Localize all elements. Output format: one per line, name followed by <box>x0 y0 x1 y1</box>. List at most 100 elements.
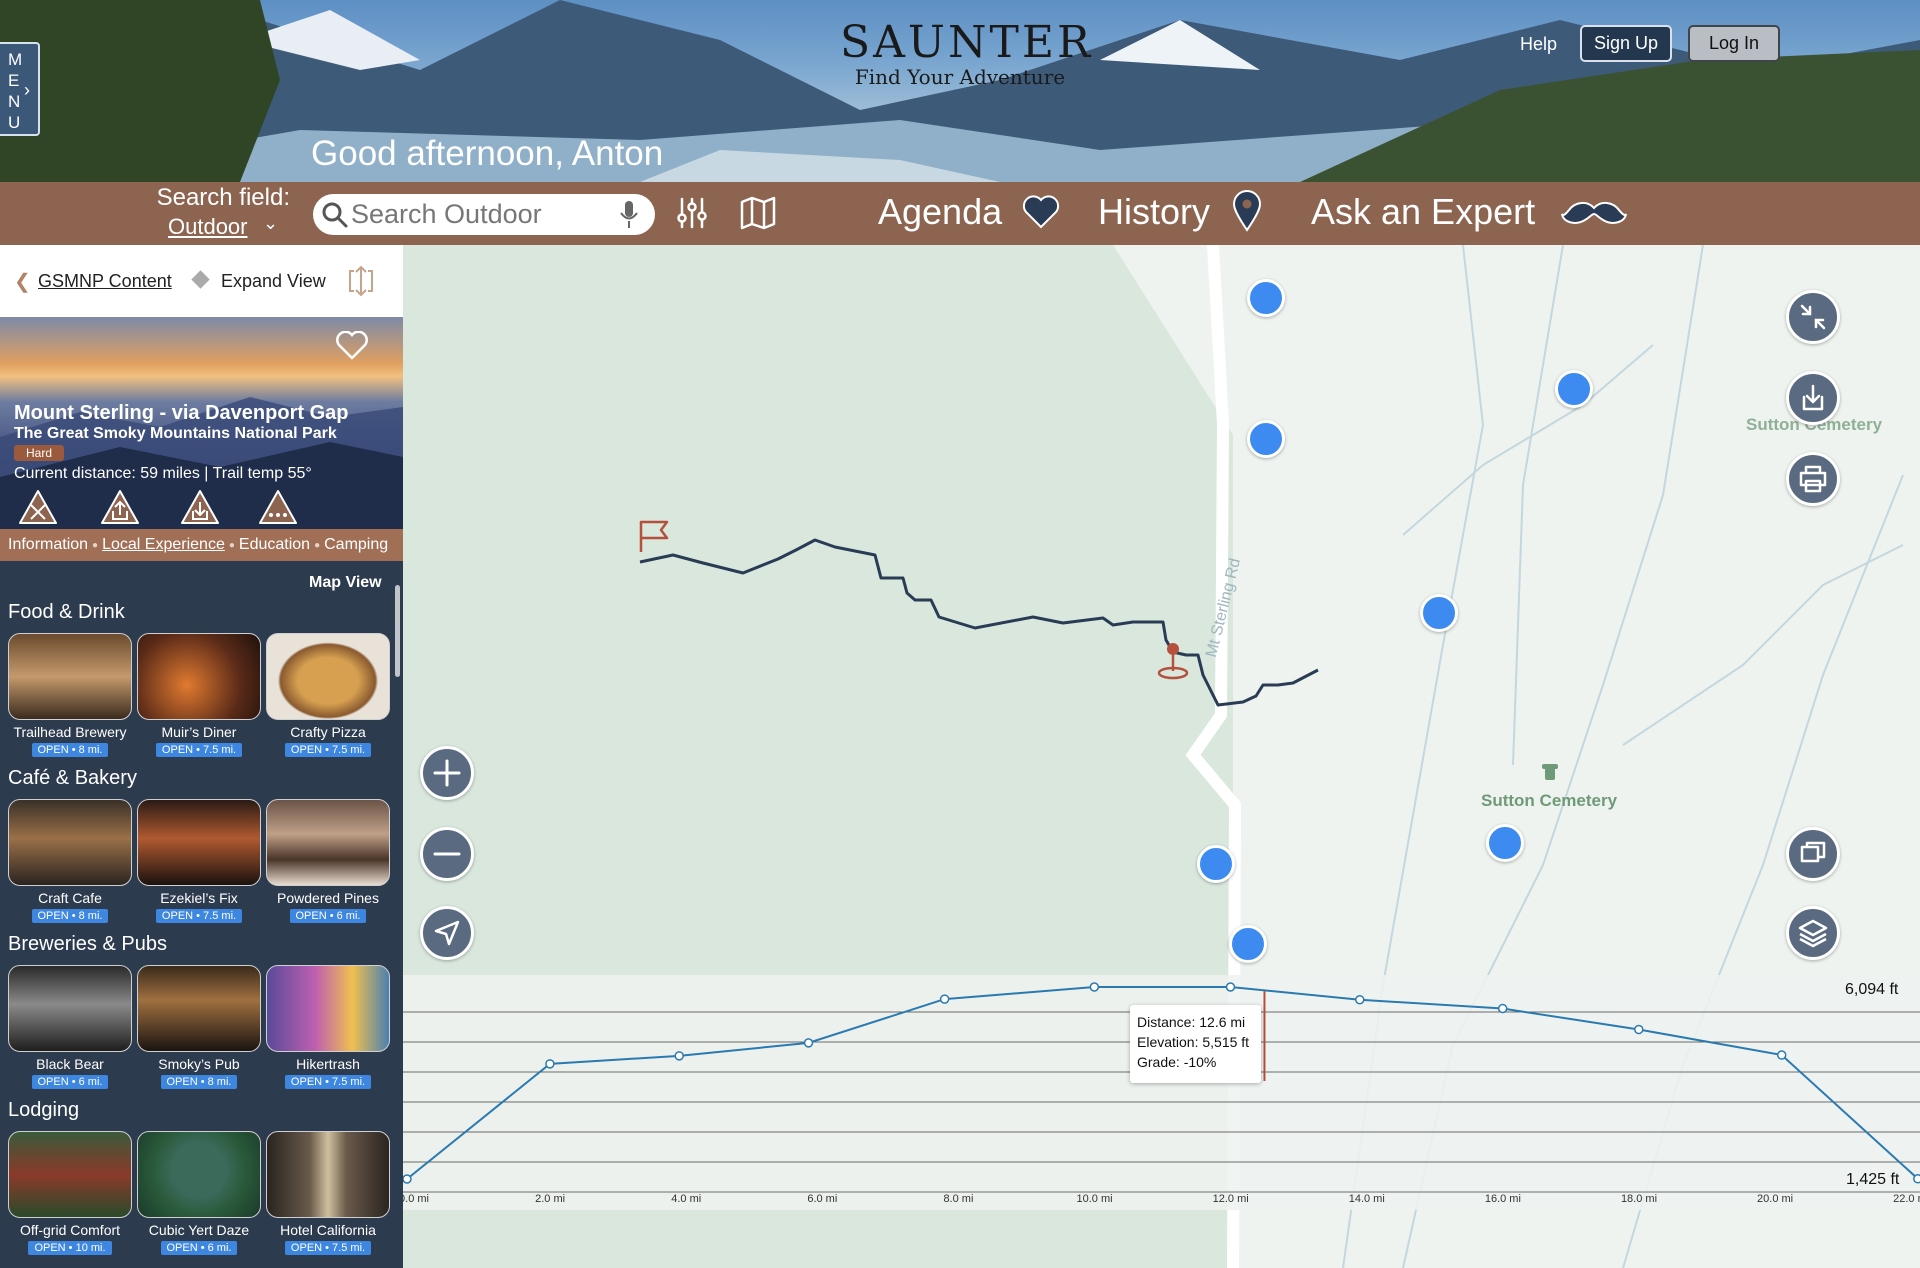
elevation-point <box>1497 1003 1508 1014</box>
elevation-point <box>674 1051 684 1061</box>
place-card[interactable]: Black Bear OPEN • 6 mi. <box>8 965 132 1089</box>
collapse-map-button[interactable] <box>1786 290 1840 344</box>
nav-history[interactable]: History <box>1098 191 1210 233</box>
place-photo <box>137 1131 261 1218</box>
mustache-icon[interactable] <box>1561 198 1627 228</box>
nav-agenda[interactable]: Agenda <box>878 191 1002 233</box>
location-pin-icon[interactable] <box>1232 190 1262 232</box>
elevation-point <box>1225 982 1236 992</box>
menu-toggle-button[interactable]: MENU › <box>0 42 40 136</box>
elevation-point <box>1355 994 1365 1005</box>
place-card[interactable]: Ezekiel’s Fix OPEN • 7.5 mi. <box>137 799 261 923</box>
place-name: Trailhead Brewery <box>13 724 127 740</box>
place-photo <box>266 633 390 720</box>
download-icon[interactable] <box>180 489 220 525</box>
place-photo <box>8 799 132 886</box>
place-card[interactable]: Muir’s Diner OPEN • 7.5 mi. <box>137 633 261 757</box>
elevation-point <box>1913 1174 1920 1184</box>
poi-marker[interactable] <box>1420 594 1458 632</box>
log-in-button[interactable]: Log In <box>1688 25 1780 62</box>
chevron-down-icon[interactable]: ⌄ <box>263 213 278 234</box>
place-photo <box>8 633 132 720</box>
main-nav-bar: Search field: Outdoor ⌄ Agenda History <box>0 182 1920 245</box>
trailhead-flag-icon[interactable] <box>637 518 673 554</box>
map-icon[interactable] <box>740 196 776 230</box>
chevron-right-icon: › <box>24 80 30 100</box>
place-status-badge: OPEN • 7.5 mi. <box>284 1075 372 1089</box>
tab-separator: ● <box>228 539 235 551</box>
elevation-profile-chart[interactable]: 0.0 mi 2.0 mi 4.0 mi 6.0 mi 8.0 mi 10.0 mi 12.… <box>403 975 1920 1210</box>
place-photo <box>266 965 390 1052</box>
printer-icon <box>1799 465 1827 493</box>
heart-icon[interactable] <box>1022 194 1060 230</box>
tab-camping[interactable]: Camping <box>324 536 388 554</box>
more-options-icon[interactable] <box>258 489 298 525</box>
expand-view-link[interactable]: Expand View <box>221 271 326 292</box>
poi-marker[interactable] <box>1555 370 1593 408</box>
elevation-point <box>1776 1050 1787 1060</box>
x-tick-label: 12.0 mi <box>1213 1193 1249 1205</box>
place-name: Off-grid Comfort <box>19 1222 121 1238</box>
cemetery-icon[interactable] <box>1541 762 1559 782</box>
minus-icon <box>433 852 461 856</box>
sidebar-scrollbar[interactable] <box>395 585 400 677</box>
tooltip-grade: Grade: -10% <box>1137 1054 1217 1070</box>
filter-sliders-icon[interactable] <box>676 196 708 230</box>
place-card[interactable]: Powdered Pines OPEN • 6 mi. <box>266 799 390 923</box>
place-card[interactable]: Smoky’s Pub OPEN • 8 mi. <box>137 965 261 1089</box>
place-photo <box>137 965 261 1052</box>
nav-ask-expert[interactable]: Ask an Expert <box>1311 191 1535 233</box>
map-layers-button[interactable] <box>1786 906 1840 960</box>
search-field-select[interactable]: Outdoor <box>168 214 248 240</box>
trail-card[interactable]: Mount Sterling - via Davenport Gap The G… <box>0 317 403 529</box>
poi-marker[interactable] <box>1229 925 1267 963</box>
saunter-logo[interactable]: SAUNTER Find Your Adventure <box>840 20 1090 89</box>
place-photo <box>137 633 261 720</box>
search-input[interactable] <box>351 198 601 230</box>
download-map-button[interactable] <box>1786 371 1840 425</box>
collapse-arrows-icon <box>1800 304 1826 330</box>
zoom-in-button[interactable] <box>420 746 474 800</box>
place-card[interactable]: Craft Cafe OPEN • 8 mi. <box>8 799 132 923</box>
place-card[interactable]: Trailhead Brewery OPEN • 8 mi. <box>8 633 132 757</box>
overlay-windows-button[interactable] <box>1786 827 1840 881</box>
breadcrumb-gsmnp-link[interactable]: GSMNP Content <box>38 271 172 292</box>
navigate-route-icon[interactable] <box>18 489 58 525</box>
place-card[interactable]: Cubic Yert Daze OPEN • 6 mi. <box>137 1131 261 1255</box>
chevron-left-icon[interactable]: ❮ <box>14 269 31 294</box>
tab-education[interactable]: Education <box>239 536 310 554</box>
place-status-badge: OPEN • 7.5 mi. <box>155 909 243 923</box>
cemetery-label[interactable]: Sutton Cemetery <box>1481 791 1617 811</box>
trail-stats: Current distance: 59 miles | Trail temp … <box>14 465 312 482</box>
microphone-icon[interactable] <box>619 200 639 230</box>
poi-marker[interactable] <box>1197 845 1235 883</box>
tab-local-experience[interactable]: Local Experience <box>102 536 225 554</box>
print-map-button[interactable] <box>1786 452 1840 506</box>
place-photo <box>8 1131 132 1218</box>
place-name: Craft Cafe <box>38 890 102 906</box>
map-view-toggle[interactable]: Map View <box>309 574 382 592</box>
place-card[interactable]: Hikertrash OPEN • 7.5 mi. <box>266 965 390 1089</box>
favorite-heart-icon[interactable] <box>336 331 368 361</box>
trail-park-name: The Great Smoky Mountains National Park <box>14 425 337 442</box>
zoom-out-button[interactable] <box>420 827 474 881</box>
poi-marker[interactable] <box>1247 279 1285 317</box>
share-icon[interactable] <box>100 489 140 525</box>
x-tick-label: 22.0 mi <box>1893 1193 1920 1205</box>
help-link[interactable]: Help <box>1520 34 1557 55</box>
tab-information[interactable]: Information <box>8 536 88 554</box>
place-card[interactable]: Off-grid Comfort OPEN • 10 mi. <box>8 1131 132 1255</box>
place-card[interactable]: Hotel California OPEN • 7.5 mi. <box>266 1131 390 1255</box>
trail-end-marker-icon[interactable] <box>1155 641 1191 681</box>
expand-view-icon[interactable] <box>346 265 376 297</box>
plus-icon <box>433 759 461 787</box>
category-heading: Breweries & Pubs <box>8 933 167 955</box>
place-photo <box>137 799 261 886</box>
poi-marker[interactable] <box>1486 824 1524 862</box>
content-sidebar: ❮ GSMNP Content Expand View Mount Sterli… <box>0 245 403 1268</box>
poi-marker[interactable] <box>1247 420 1285 458</box>
my-location-button[interactable] <box>420 906 474 960</box>
sign-up-button[interactable]: Sign Up <box>1580 25 1672 62</box>
windows-icon <box>1800 841 1826 863</box>
place-card[interactable]: Crafty Pizza OPEN • 7.5 mi. <box>266 633 390 757</box>
